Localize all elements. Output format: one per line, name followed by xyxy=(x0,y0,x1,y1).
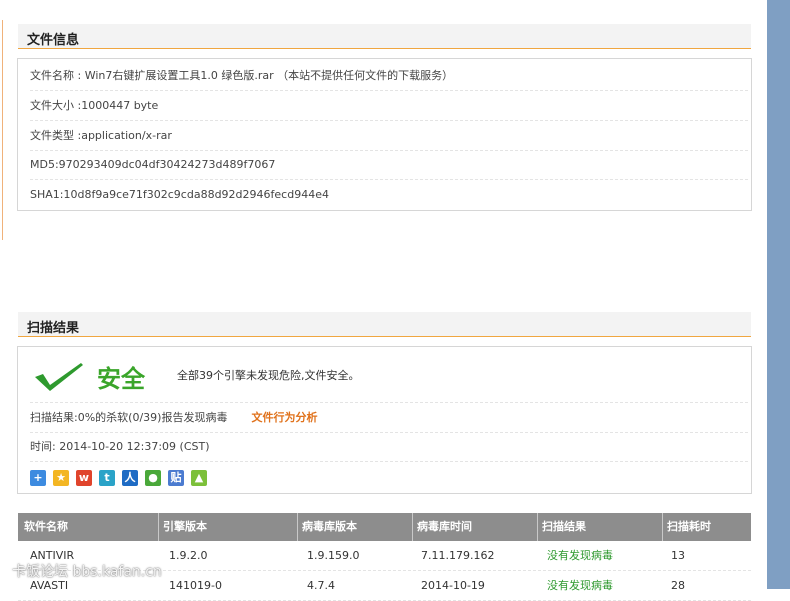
weibo-icon[interactable]: w xyxy=(76,470,92,486)
file-type-row: 文件类型 :application/x-rar xyxy=(30,121,748,151)
cell-engine-version: 141019-0 xyxy=(169,579,222,592)
wechat-icon[interactable]: ● xyxy=(145,470,161,486)
col-db-version: 病毒库版本 xyxy=(297,513,413,541)
col-scan-result: 扫描结果 xyxy=(537,513,663,541)
right-scroll-strip xyxy=(767,0,790,589)
forum-watermark: 卡饭论坛 bbs.kafan.cn xyxy=(12,564,162,580)
file-info-title: 文件信息 xyxy=(27,33,80,48)
behavior-analysis-link[interactable]: 文件行为分析 xyxy=(251,411,317,424)
file-size-row: 文件大小 :1000447 byte xyxy=(30,91,748,121)
renren-icon[interactable]: 人 xyxy=(122,470,138,486)
share-icons: + ★ w t 人 ● 贴 ▲ xyxy=(30,470,214,488)
file-info-header: 文件信息 xyxy=(18,24,751,49)
scan-result-title: 扫描结果 xyxy=(27,321,80,336)
scan-time-row: 时间: 2014-10-20 12:37:09 (CST) xyxy=(30,432,748,462)
cell-db-version: 1.9.159.0 xyxy=(307,549,360,562)
cell-db-time: 7.11.179.162 xyxy=(421,549,495,562)
col-software-name: 软件名称 xyxy=(18,513,159,541)
col-engine-version: 引擎版本 xyxy=(158,513,298,541)
scan-result-text: 扫描结果:0%的杀软(0/39)报告发现病毒 xyxy=(30,411,228,424)
cell-result: 没有发现病毒 xyxy=(547,549,613,562)
scan-result-row: 扫描结果:0%的杀软(0/39)报告发现病毒 文件行为分析 xyxy=(30,402,748,433)
qzone-icon[interactable]: ★ xyxy=(53,470,69,486)
file-name-row: 文件名称 : Win7右键扩展设置工具1.0 绿色版.rar （本站不提供任何文… xyxy=(30,61,748,91)
col-scan-duration: 扫描耗时 xyxy=(667,520,711,533)
checkmark-icon xyxy=(35,363,83,391)
sha1-row: SHA1:10d8f9a9ce71f302c9cda88d92d2946fecd… xyxy=(30,188,329,201)
scan-result-box: 安全 全部39个引擎未发现危险,文件安全。 扫描结果:0%的杀软(0/39)报告… xyxy=(17,346,752,494)
file-info-box: 文件名称 : Win7右键扩展设置工具1.0 绿色版.rar （本站不提供任何文… xyxy=(17,58,752,211)
cell-duration: 28 xyxy=(671,579,685,592)
cell-db-version: 4.7.4 xyxy=(307,579,335,592)
scan-result-header: 扫描结果 xyxy=(18,312,751,337)
cell-engine-version: 1.9.2.0 xyxy=(169,549,208,562)
engine-table: 软件名称 引擎版本 病毒库版本 病毒库时间 扫描结果 扫描耗时 ANTIVIR … xyxy=(18,513,751,601)
kaixin-icon[interactable]: ▲ xyxy=(191,470,207,486)
scan-summary: 全部39个引擎未发现危险,文件安全。 xyxy=(177,369,360,382)
cell-db-time: 2014-10-19 xyxy=(421,579,485,592)
cell-duration: 13 xyxy=(671,549,685,562)
left-edge-decoration xyxy=(0,20,3,240)
plus-share-icon[interactable]: + xyxy=(30,470,46,486)
cell-result: 没有发现病毒 xyxy=(547,579,613,592)
tencent-weibo-icon[interactable]: t xyxy=(99,470,115,486)
col-db-time: 病毒库时间 xyxy=(412,513,538,541)
md5-row: MD5:970293409dc04df30424273d489f7067 xyxy=(30,150,748,180)
safe-status: 安全 xyxy=(97,365,145,393)
table-header: 软件名称 引擎版本 病毒库版本 病毒库时间 扫描结果 扫描耗时 xyxy=(18,513,751,541)
tieba-icon[interactable]: 贴 xyxy=(168,470,184,486)
